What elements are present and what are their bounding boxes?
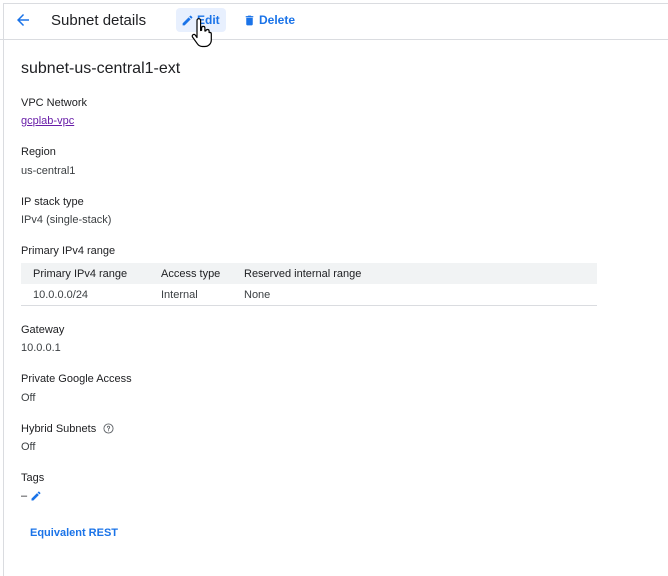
equivalent-rest-link[interactable]: Equivalent REST xyxy=(30,527,118,539)
column-header: Reserved internal range xyxy=(244,263,597,284)
private-google-access-value: Off xyxy=(21,392,36,404)
toolbar: Subnet details Edit Delete xyxy=(0,0,668,48)
ip-stack-type-value: IPv4 (single-stack) xyxy=(21,214,112,226)
primary-range-label: Primary IPv4 range xyxy=(21,245,116,257)
table-cell: None xyxy=(244,284,597,306)
column-header: Access type xyxy=(161,263,244,284)
region-value: us-central1 xyxy=(21,165,76,177)
vpc-network-label: VPC Network xyxy=(21,97,88,109)
table-cell: Internal xyxy=(161,284,244,306)
edit-button-label: Edit xyxy=(197,13,220,27)
trash-icon xyxy=(245,15,254,25)
tags-value: – xyxy=(21,490,28,502)
gateway-value: 10.0.0.1 xyxy=(21,342,61,354)
page-title: Subnet details xyxy=(51,12,147,29)
edit-button[interactable]: Edit xyxy=(176,8,226,32)
table-cell: 10.0.0.0/24 xyxy=(21,284,161,306)
delete-button[interactable]: Delete xyxy=(238,8,300,32)
delete-button-label: Delete xyxy=(259,13,296,27)
ip-stack-type-label: IP stack type xyxy=(21,196,84,208)
hybrid-subnets-label: Hybrid Subnets xyxy=(21,423,97,435)
pencil-icon xyxy=(182,15,193,25)
table-header-row: Primary IPv4 range Access type Reserved … xyxy=(21,263,597,284)
region-label: Region xyxy=(21,146,56,158)
vpc-network-link[interactable]: gcplab-vpc xyxy=(21,115,74,127)
tags-label: Tags xyxy=(21,472,45,484)
column-header: Primary IPv4 range xyxy=(21,263,161,284)
gateway-label: Gateway xyxy=(21,324,65,336)
help-circle-icon[interactable] xyxy=(103,423,114,434)
hybrid-subnets-value: Off xyxy=(21,441,36,453)
table-row: 10.0.0.0/24 Internal None xyxy=(21,284,597,306)
subnet-name-heading: subnet-us-central1-ext xyxy=(21,60,181,77)
tags-row: – xyxy=(21,490,42,502)
hybrid-subnets-label-row: Hybrid Subnets xyxy=(21,423,114,435)
edit-tags-pencil-icon[interactable] xyxy=(30,490,42,502)
back-arrow-icon[interactable] xyxy=(14,11,32,29)
ip-range-table: Primary IPv4 range Access type Reserved … xyxy=(21,263,597,306)
private-google-access-label: Private Google Access xyxy=(21,373,132,385)
